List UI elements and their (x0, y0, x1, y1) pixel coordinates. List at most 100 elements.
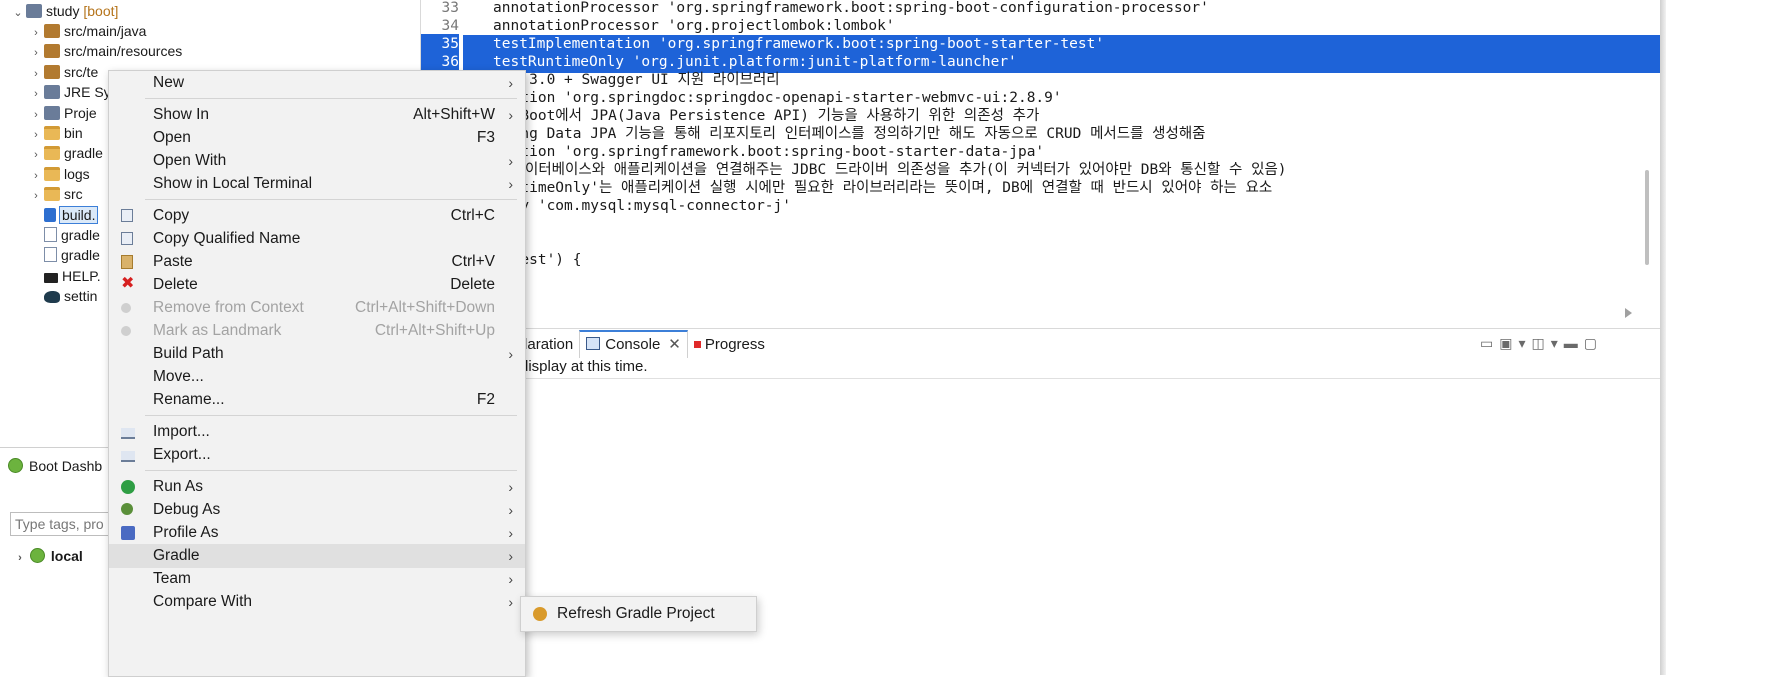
tree-item[interactable]: › bin (30, 122, 83, 144)
tree-item[interactable]: settin (30, 285, 97, 307)
tree-item[interactable]: › Proje (30, 102, 97, 124)
menu-item-gradle[interactable]: Gradle › (109, 544, 525, 568)
export-icon (121, 451, 135, 462)
code-text: > 'runtimeOnly'는 애플리케이션 실행 시에만 필요한 라이브러리… (468, 180, 1273, 196)
tree-item[interactable]: › src/main/resources (30, 40, 182, 62)
code-line[interactable]: > Spring Data JPA 기능을 통해 리포지토리 인터페이스를 정의… (421, 124, 1206, 144)
menu-item-copy-qualified-name[interactable]: Copy Qualified Name (109, 227, 525, 251)
chevron-right-icon: › (508, 548, 513, 564)
console-icon (586, 337, 601, 350)
desktop-area (1666, 0, 1770, 675)
chevron-right-icon: › (508, 502, 513, 518)
library-icon (44, 105, 60, 120)
code-line[interactable]: 34 annotationProcessor 'org.projectlombok… (421, 16, 895, 36)
menu-item-compare-with[interactable]: Compare With › (109, 590, 525, 614)
tree-item[interactable]: › gradle (30, 142, 103, 164)
minimize-icon[interactable]: ▬ (1564, 335, 1584, 351)
menu-item-show-in[interactable]: Show In Alt+Shift+W › (109, 103, 525, 127)
menu-item-run-as[interactable]: Run As › (109, 475, 525, 499)
tree-item-label: src/main/java (64, 23, 147, 39)
tree-item[interactable]: HELP. (30, 265, 101, 287)
faded-icon (121, 303, 131, 313)
tree-item[interactable]: › src/main/java (30, 20, 146, 42)
menu-item-label: Copy Qualified Name (153, 230, 301, 247)
editor-scrollbar[interactable] (1645, 170, 1649, 265)
scroll-right-arrow-icon[interactable] (1625, 308, 1632, 318)
tree-item[interactable]: gradle (30, 244, 100, 266)
markdown-icon (44, 272, 58, 283)
code-text: testRuntimeOnly 'org.junit.platform:juni… (493, 54, 1017, 70)
open-console-icon[interactable]: ◫ (1532, 335, 1551, 351)
collapse-icon[interactable]: ⌄ (12, 2, 24, 24)
code-text: ementation 'org.springframework.boot:spr… (468, 144, 1045, 160)
menu-item-label: Remove from Context (153, 299, 304, 316)
code-editor[interactable]: 33 annotationProcessor 'org.springframewo… (420, 0, 1661, 320)
code-text: annotationProcessor 'org.springframework… (493, 0, 1209, 16)
tree-item[interactable]: gradle (30, 224, 100, 246)
menu-item-export[interactable]: Export... (109, 443, 525, 467)
tree-item-label: src/main/resources (64, 43, 183, 60)
menu-item-move[interactable]: Move... (109, 365, 525, 389)
library-icon (44, 85, 60, 100)
boot-dashboard-tab-label: Boot Dashb (29, 458, 103, 474)
expand-icon[interactable]: › (14, 547, 26, 569)
boot-dashboard-tab[interactable]: Boot Dashb (8, 453, 102, 479)
tree-item[interactable]: › logs (30, 163, 90, 185)
delete-icon: ✖ (121, 275, 135, 292)
tab-console[interactable]: Console ✕ (579, 330, 688, 358)
menu-item-label: Show in Local Terminal (153, 175, 313, 192)
menu-item-build-path[interactable]: Build Path › (109, 342, 525, 366)
chevron-right-icon: › (508, 594, 513, 610)
file-icon (44, 227, 57, 242)
menu-item-new[interactable]: New › (109, 71, 525, 95)
menu-item-mark-as-landmark: Mark as Landmark Ctrl+Alt+Shift+Up (109, 319, 525, 343)
display-console-icon[interactable]: ▣ (1499, 335, 1518, 351)
menu-item-profile-as[interactable]: Profile As › (109, 521, 525, 545)
local-label: local (50, 548, 83, 564)
tree-item[interactable]: build. (30, 204, 99, 226)
menu-item-delete[interactable]: ✖ Delete Delete (109, 273, 525, 297)
menu-item-debug-as[interactable]: Debug As › (109, 498, 525, 522)
refresh-gradle-project-item[interactable]: Refresh Gradle Project (521, 597, 756, 631)
tree-item-label: src/te (64, 63, 99, 80)
code-text: testImplementation 'org.springframework.… (493, 36, 1105, 52)
menu-item-copy[interactable]: Copy Ctrl+C (109, 204, 525, 228)
menu-item-shortcut: Ctrl+Alt+Shift+Up (374, 322, 495, 339)
tree-project-root[interactable]: ⌄ study [boot] (12, 0, 118, 22)
code-line[interactable]: 35 testImplementation 'org.springframewor… (421, 34, 1104, 54)
tree-item[interactable]: › src/te (30, 61, 98, 83)
menu-item-shortcut: Ctrl+V (451, 253, 496, 270)
menu-item-import[interactable]: Import... (109, 420, 525, 444)
menu-item-label: Import... (153, 423, 210, 440)
line-number: 35 (421, 34, 459, 54)
menu-item-remove-from-context: Remove from Context Ctrl+Alt+Shift+Down (109, 296, 525, 320)
tree-item[interactable]: › src (30, 183, 83, 205)
package-folder-icon (44, 24, 60, 38)
dropdown-icon[interactable]: ▾ (1551, 335, 1564, 351)
menu-item-open-with[interactable]: Open With › (109, 149, 525, 173)
faded-icon (121, 326, 131, 336)
menu-item-show-in-local-terminal[interactable]: Show in Local Terminal › (109, 172, 525, 196)
copy-icon (121, 232, 133, 245)
dropdown-icon[interactable]: ▾ (1518, 335, 1531, 351)
maximize-icon[interactable]: ▢ (1584, 335, 1603, 351)
local-target-row[interactable]: › local (14, 545, 83, 567)
menu-item-rename[interactable]: Rename... F2 (109, 388, 525, 412)
menu-separator (145, 470, 517, 471)
pin-console-icon[interactable]: ▭ (1480, 335, 1499, 351)
menu-item-open[interactable]: Open F3 (109, 126, 525, 150)
menu-item-paste[interactable]: Paste Ctrl+V (109, 250, 525, 274)
code-line[interactable]: 36 testRuntimeOnly 'org.junit.platform:ju… (421, 52, 1017, 72)
tree-item[interactable]: › JRE Sy (30, 81, 111, 103)
tree-item-label: logs (64, 165, 90, 182)
tab-progress[interactable]: Progress (688, 332, 771, 358)
chevron-right-icon: › (508, 107, 513, 123)
code-line[interactable]: > 'runtimeOnly'는 애플리케이션 실행 시에만 필요한 라이브러리… (421, 178, 1272, 198)
menu-item-team[interactable]: Team › (109, 567, 525, 591)
gradle-submenu: Refresh Gradle Project (520, 596, 757, 632)
code-line[interactable]: ySQL 데이터베이스와 애플리케이션을 연결해주는 JDBC 드라이버 의존성… (421, 160, 1287, 180)
close-icon[interactable]: ✕ (668, 336, 681, 353)
copy-icon (121, 209, 133, 222)
panel-toolbar: ▭▣▾◫▾▬▢ (1480, 332, 1603, 354)
project-name: study (46, 3, 80, 19)
